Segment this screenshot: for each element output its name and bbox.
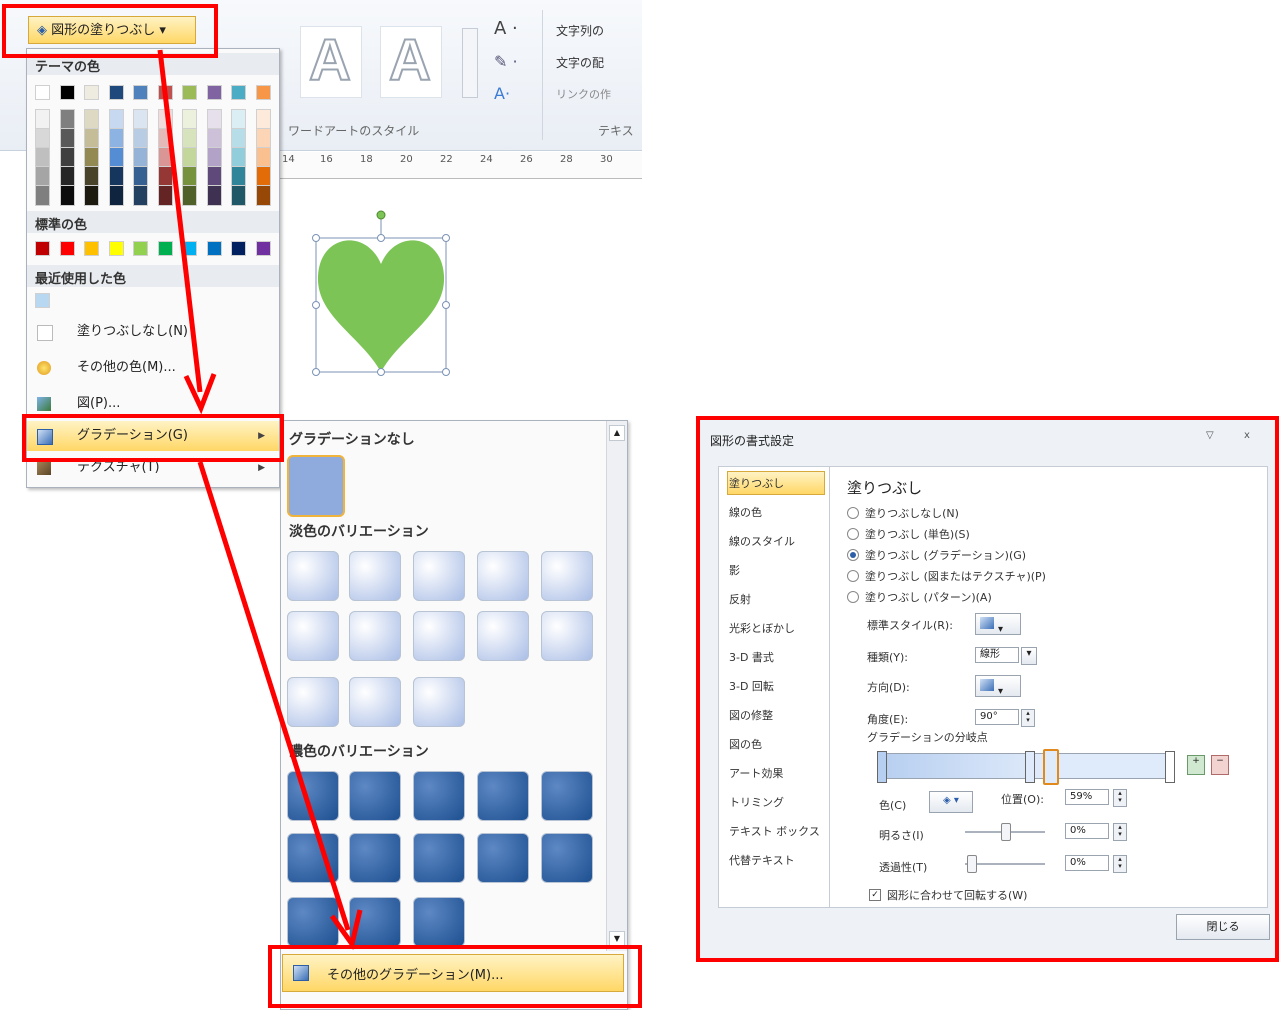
annotation-arrow-line — [157, 49, 203, 393]
annotation-arrow-line — [197, 461, 351, 931]
annotation-arrows — [157, 49, 363, 950]
